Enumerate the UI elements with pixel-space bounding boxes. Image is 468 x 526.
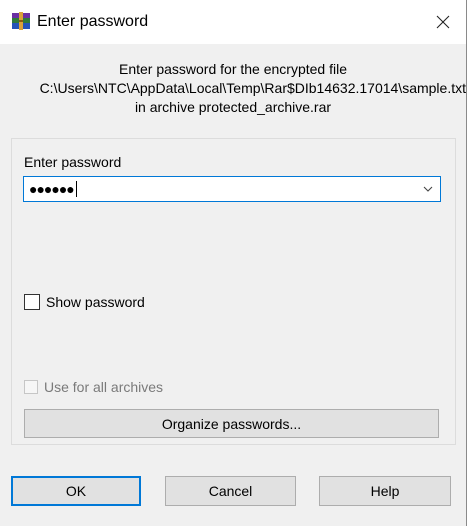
title-bar[interactable]: Enter password	[0, 0, 466, 44]
window-title: Enter password	[37, 13, 149, 30]
show-password-label: Show password	[46, 294, 145, 310]
encrypted-file-path: C:\Users\NTC\AppData\Local\Temp\Rar$DIb1…	[39, 80, 466, 96]
use-for-all-archives-box[interactable]	[24, 380, 38, 394]
password-label: Enter password	[24, 154, 122, 170]
password-input[interactable]: ●●●●●●	[23, 176, 441, 202]
organize-passwords-button[interactable]: Organize passwords...	[24, 409, 439, 438]
archive-name-line: in archive protected_archive.rar	[134, 99, 332, 115]
ok-button[interactable]: OK	[11, 476, 141, 506]
close-icon	[436, 15, 450, 29]
password-masked-value: ●●●●●●	[29, 180, 77, 198]
password-dialog: Enter password Enter password for the en…	[0, 0, 467, 526]
description-line-1: Enter password for the encrypted file	[118, 61, 347, 77]
close-button[interactable]	[420, 0, 466, 44]
dialog-description: Enter password for the encrypted file C:…	[0, 60, 466, 117]
use-for-all-archives-label: Use for all archives	[44, 379, 164, 395]
chevron-down-icon[interactable]	[422, 183, 434, 195]
cancel-button[interactable]: Cancel	[165, 476, 296, 506]
use-for-all-archives-checkbox[interactable]: Use for all archives	[24, 379, 163, 395]
show-password-box[interactable]	[24, 294, 40, 310]
winrar-icon	[12, 12, 30, 30]
text-caret	[75, 181, 77, 197]
show-password-checkbox[interactable]: Show password	[24, 294, 145, 310]
help-button[interactable]: Help	[319, 476, 451, 506]
